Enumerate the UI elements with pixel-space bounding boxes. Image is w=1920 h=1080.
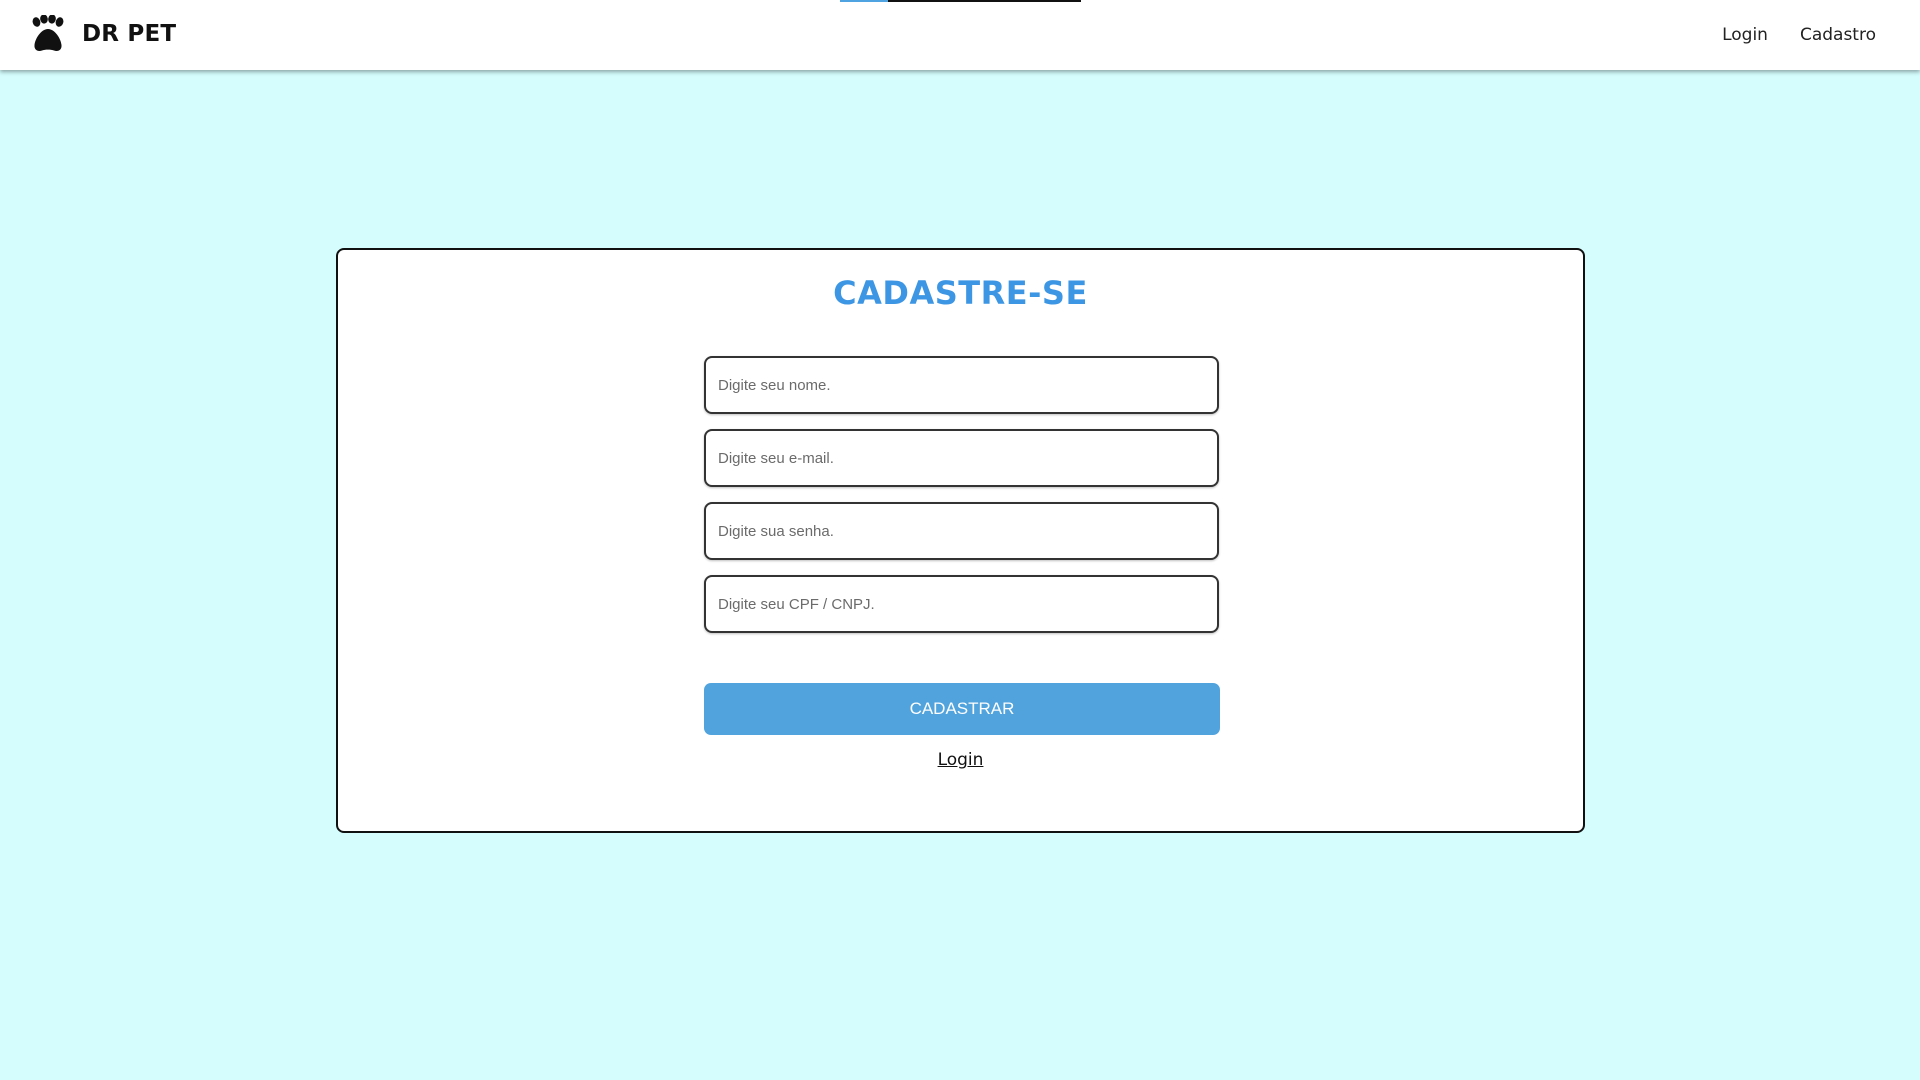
login-link-wrapper: Login [338,750,1583,770]
cadastrar-button[interactable]: CADASTRAR [704,683,1220,735]
signup-card: CADASTRE-SE CADASTRAR Login [336,248,1585,833]
nav-link-cadastro[interactable]: Cadastro [1800,25,1876,45]
email-input[interactable] [704,429,1219,487]
password-input[interactable] [704,502,1219,560]
loading-progress-fill [840,0,888,2]
brand-name: DR PET [82,21,177,47]
paw-icon [28,15,68,53]
navbar: DR PET Login Cadastro [0,0,1920,70]
login-link[interactable]: Login [938,750,984,770]
name-input[interactable] [704,356,1219,414]
brand[interactable]: DR PET [28,14,176,54]
nav-links: Login Cadastro [1690,0,1876,70]
page-title: CADASTRE-SE [833,274,1088,312]
loading-progress-bar [840,0,1081,2]
nav-link-login[interactable]: Login [1722,25,1768,45]
cpf-cnpj-input[interactable] [704,575,1219,633]
